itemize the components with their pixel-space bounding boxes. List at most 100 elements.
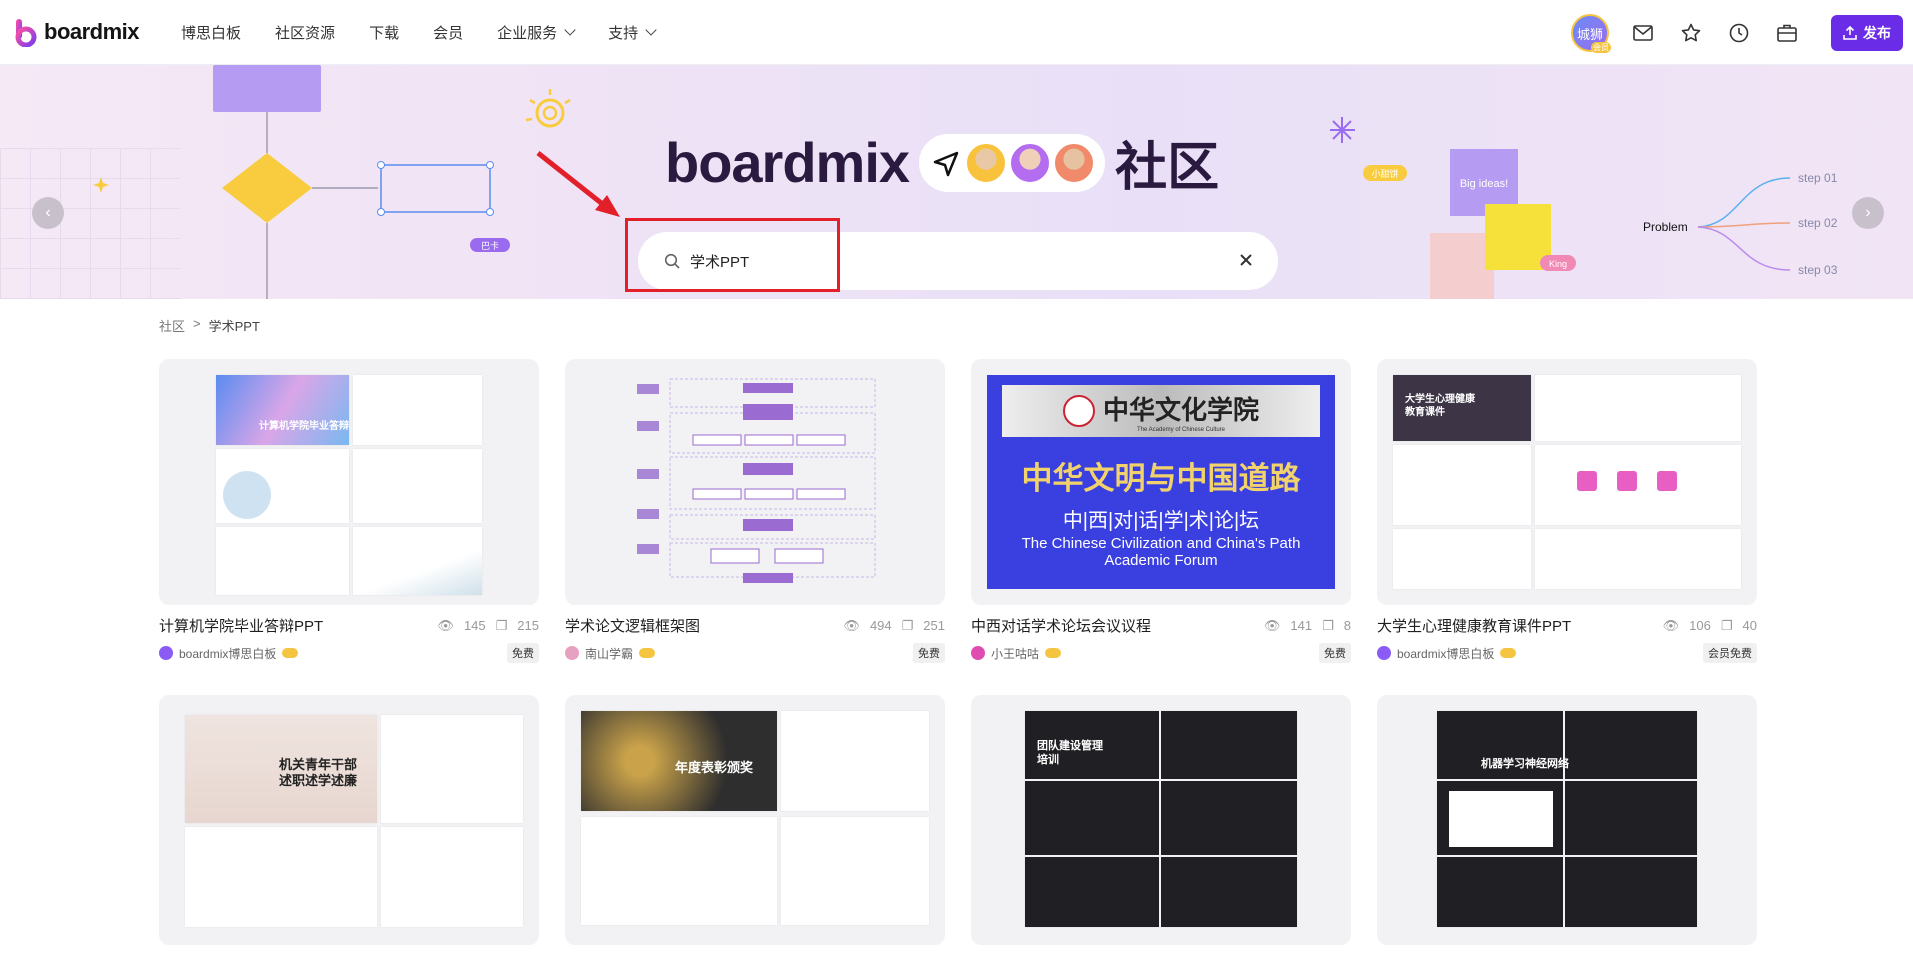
copy-icon: ❐ bbox=[1720, 617, 1733, 633]
card-thumbnail[interactable]: 团队建设管理培训 bbox=[971, 695, 1351, 945]
eye-icon: 👁 bbox=[437, 617, 454, 633]
nav-item-whiteboard[interactable]: 博思白板 bbox=[181, 22, 241, 43]
template-card[interactable]: 中华文化学院 The Academy of Chinese Culture 中华… bbox=[971, 359, 1351, 695]
card-stats: 👁 145 ❐ 215 bbox=[437, 618, 539, 634]
card-thumbnail[interactable]: 大学生心理健康教育课件 bbox=[1377, 359, 1757, 605]
breadcrumb: 社区 > 学术PPT bbox=[159, 316, 260, 335]
template-card[interactable]: 大学生心理健康教育课件 大学生心理健康教育课件PPT 👁 106 ❐ 40 boar… bbox=[1377, 359, 1757, 695]
publish-button[interactable]: 发布 bbox=[1831, 15, 1903, 51]
forum-poster: 中华文化学院 The Academy of Chinese Culture 中华… bbox=[987, 375, 1335, 589]
sticker-label: 小甜饼 bbox=[1371, 168, 1398, 179]
card-info: 大学生心理健康教育课件PPT 👁 106 ❐ 40 bbox=[1377, 615, 1757, 636]
hero-brand: boardmix bbox=[665, 131, 910, 194]
top-navbar: boardmix 博思白板 社区资源 下载 会员 企业服务 支持 城狮 会员 发布 bbox=[0, 0, 1913, 65]
forum-en-1: The Chinese Civilization and China's Pat… bbox=[1021, 535, 1301, 552]
send-icon bbox=[933, 151, 959, 176]
card-info: 中西对话学术论坛会议议程 👁 141 ❐ 8 bbox=[971, 615, 1351, 636]
copy-icon: ❐ bbox=[1322, 617, 1334, 633]
copy-count: 251 bbox=[923, 618, 945, 633]
card-title[interactable]: 学术论文逻辑框架图 bbox=[565, 615, 700, 636]
card-title[interactable]: 大学生心理健康教育课件PPT bbox=[1377, 615, 1571, 636]
author-avatar bbox=[565, 646, 579, 660]
card-title[interactable]: 中西对话学术论坛会议议程 bbox=[971, 615, 1151, 636]
copy-count: 40 bbox=[1742, 618, 1757, 633]
card-meta: 南山学霸 免费 bbox=[565, 643, 945, 663]
view-count: 106 bbox=[1689, 618, 1711, 633]
highlight-annotation-box bbox=[625, 218, 840, 292]
card-meta: boardmix博思白板 会员免费 bbox=[1377, 643, 1757, 663]
nav-item-download[interactable]: 下载 bbox=[369, 22, 399, 43]
carousel-next-button[interactable]: › bbox=[1852, 197, 1884, 229]
card-title[interactable]: 计算机学院毕业答辩PPT bbox=[159, 615, 323, 636]
card-author[interactable]: 南山学霸 bbox=[565, 645, 656, 662]
price-tag: 会员免费 bbox=[1703, 643, 1757, 663]
boardmix-logo-icon bbox=[15, 19, 37, 47]
history-clock-icon[interactable] bbox=[1725, 19, 1753, 47]
carousel-prev-button[interactable]: ‹ bbox=[32, 197, 64, 229]
nav-label: 支持 bbox=[608, 24, 639, 42]
template-card[interactable]: 机器学习神经网络 bbox=[1377, 695, 1757, 945]
flowchart-preview bbox=[637, 378, 876, 583]
price-tag: 免费 bbox=[913, 643, 945, 663]
user-avatar[interactable]: 城狮 会员 bbox=[1571, 14, 1611, 53]
copy-count: 8 bbox=[1343, 618, 1351, 633]
template-card[interactable]: 团队建设管理培训 bbox=[971, 695, 1351, 945]
card-author[interactable]: 小王咕咕 bbox=[971, 645, 1062, 662]
vip-badge-icon bbox=[639, 648, 656, 658]
author-name: 小王咕咕 bbox=[991, 646, 1040, 661]
author-avatar bbox=[971, 646, 985, 660]
mindmap-node-text: step 01 bbox=[1798, 171, 1838, 185]
member-badge: 会员 bbox=[1591, 42, 1611, 53]
view-count: 141 bbox=[1290, 618, 1313, 633]
card-thumbnail[interactable]: 计算机学院毕业答辩 bbox=[159, 359, 539, 605]
forum-headline: 中华文明与中国道路 bbox=[1021, 461, 1301, 496]
avatar-label: 城狮 bbox=[1576, 26, 1603, 42]
template-card[interactable]: 计算机学院毕业答辩 计算机学院毕业答辩PPT 👁 145 ❐ 215 boardmi… bbox=[159, 359, 539, 695]
card-thumbnail[interactable] bbox=[565, 359, 945, 605]
school-seal-icon bbox=[1062, 395, 1095, 427]
card-thumbnail[interactable]: 中华文化学院 The Academy of Chinese Culture 中华… bbox=[971, 359, 1351, 605]
nav-item-enterprise[interactable]: 企业服务 bbox=[497, 22, 576, 43]
card-stats: 👁 494 ❐ 251 bbox=[843, 618, 945, 634]
view-count: 494 bbox=[869, 618, 892, 633]
chevron-down-icon bbox=[645, 24, 657, 36]
template-card[interactable]: 学术论文逻辑框架图 👁 494 ❐ 251 南山学霸 免费 bbox=[565, 359, 945, 695]
nav-item-community[interactable]: 社区资源 bbox=[275, 22, 335, 43]
vip-badge-icon bbox=[1500, 648, 1517, 658]
card-author[interactable]: boardmix博思白板 bbox=[1377, 645, 1517, 662]
clear-search-icon[interactable] bbox=[1236, 250, 1256, 270]
thumb-title: 机关青年干部述职述学述廉 bbox=[279, 757, 358, 788]
nav-label: 会员 bbox=[433, 24, 464, 42]
card-thumbnail[interactable]: 机关青年干部述职述学述廉 bbox=[159, 695, 539, 945]
template-card[interactable]: 年度表彰颁奖 bbox=[565, 695, 945, 945]
briefcase-icon[interactable] bbox=[1773, 19, 1801, 47]
nav-label: 社区资源 bbox=[275, 24, 336, 42]
mindmap-node-text: step 03 bbox=[1798, 263, 1838, 277]
thumb-title: 大学生心理健康教育课件 bbox=[1405, 394, 1475, 418]
star-icon[interactable] bbox=[1677, 19, 1705, 47]
view-count: 145 bbox=[463, 618, 486, 633]
chevron-right-icon: › bbox=[1865, 204, 1871, 221]
card-author[interactable]: boardmix博思白板 bbox=[159, 645, 299, 662]
sticker-label: King bbox=[1549, 259, 1567, 269]
breadcrumb-root[interactable]: 社区 bbox=[159, 316, 185, 335]
hero-community: 社区 bbox=[1115, 139, 1220, 197]
card-thumbnail[interactable]: 机器学习神经网络 bbox=[1377, 695, 1757, 945]
price-tag: 免费 bbox=[1319, 643, 1351, 663]
sticker-label: 巴卡 bbox=[481, 240, 499, 251]
vip-badge-icon bbox=[1045, 648, 1062, 658]
nav-item-member[interactable]: 会员 bbox=[433, 22, 463, 43]
card-info: 学术论文逻辑框架图 👁 494 ❐ 251 bbox=[565, 615, 945, 636]
thumb-title: 计算机学院毕业答辩 bbox=[259, 421, 349, 432]
template-card[interactable]: 机关青年干部述职述学述廉 bbox=[159, 695, 539, 945]
boardmix-logo[interactable]: boardmix bbox=[14, 17, 140, 47]
author-name: boardmix博思白板 bbox=[1397, 646, 1495, 661]
card-thumbnail[interactable]: 年度表彰颁奖 bbox=[565, 695, 945, 945]
nav-item-support[interactable]: 支持 bbox=[608, 22, 657, 43]
author-name: boardmix博思白板 bbox=[179, 646, 277, 661]
mail-icon[interactable] bbox=[1629, 19, 1657, 47]
author-name: 南山学霸 bbox=[585, 646, 634, 661]
copy-icon: ❐ bbox=[901, 617, 914, 633]
card-meta: 小王咕咕 免费 bbox=[971, 643, 1351, 663]
mindmap-node-text: step 02 bbox=[1798, 216, 1838, 230]
